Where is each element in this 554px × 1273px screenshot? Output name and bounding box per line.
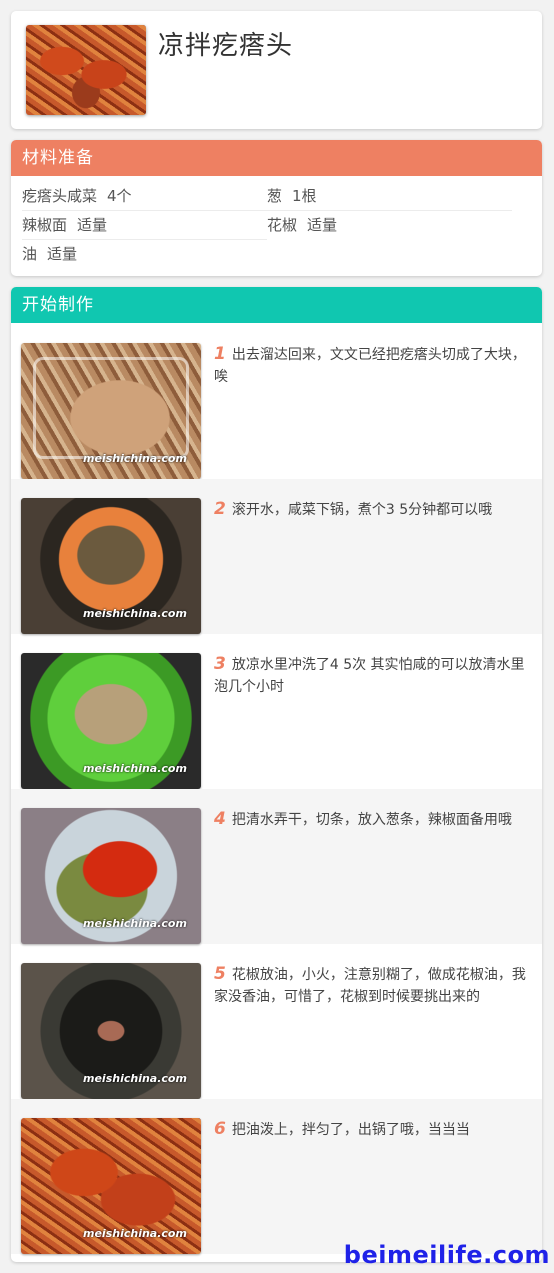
ingredient-name: 辣椒面 <box>22 216 68 234</box>
recipe-header-card: 凉拌疙瘩头 <box>11 11 542 129</box>
step-description: 出去溜达回来，文文已经把疙瘩头切成了大块，唉 <box>214 347 526 385</box>
step-number: 6 <box>214 1119 226 1139</box>
ingredient-name: 疙瘩头咸菜 <box>22 187 98 205</box>
step-item: meishichina.com 6 把油泼上，拌匀了，出锅了哦，当当当 <box>11 1099 542 1254</box>
ingredient-item: 辣椒面 适量 <box>22 211 267 240</box>
ingredient-item: 花椒 适量 <box>267 211 512 239</box>
ingredient-amount: 4个 <box>107 187 132 205</box>
watermark: meishichina.com <box>83 762 187 775</box>
step-item: meishichina.com 5 花椒放油，小火，注意别糊了，做成花椒油，我家没… <box>11 944 542 1099</box>
ingredient-name: 葱 <box>267 187 283 205</box>
step-photo[interactable]: meishichina.com <box>21 963 201 1099</box>
ingredient-item: 葱 1根 <box>267 182 512 211</box>
ingredient-amount: 适量 <box>77 216 108 234</box>
step-text: 2 滚开水，咸菜下锅，煮个3 5分钟都可以哦 <box>214 498 529 521</box>
step-text: 5 花椒放油，小火，注意别糊了，做成花椒油，我家没香油，可惜了，花椒到时候要挑出来… <box>214 963 529 1008</box>
steps-header: 开始制作 <box>11 287 542 323</box>
watermark: meishichina.com <box>83 452 187 465</box>
step-photo[interactable]: meishichina.com <box>21 1118 201 1254</box>
step-text: 4 把清水弄干，切条，放入葱条，辣椒面备用哦 <box>214 808 529 831</box>
ingredient-amount: 1根 <box>292 187 317 205</box>
ingredients-list: 疙瘩头咸菜 4个 葱 1根 辣椒面 适量 花椒 适量 油适量 <box>11 176 542 276</box>
ingredient-name: 油 <box>22 245 38 263</box>
step-photo[interactable]: meishichina.com <box>21 808 201 944</box>
step-item: meishichina.com 2 滚开水，咸菜下锅，煮个3 5分钟都可以哦 <box>11 479 542 634</box>
watermark: meishichina.com <box>83 607 187 620</box>
step-photo[interactable]: meishichina.com <box>21 653 201 789</box>
step-photo[interactable]: meishichina.com <box>21 343 201 479</box>
step-number: 3 <box>214 654 226 674</box>
step-text: 3 放凉水里冲洗了4 5次 其实怕咸的可以放清水里泡几个小时 <box>214 653 529 698</box>
step-text: 1 出去溜达回来，文文已经把疙瘩头切成了大块，唉 <box>214 343 529 388</box>
site-brand-watermark: beimeilife.com <box>343 1241 550 1269</box>
step-text: 6 把油泼上，拌匀了，出锅了哦，当当当 <box>214 1118 529 1141</box>
step-item: meishichina.com 1 出去溜达回来，文文已经把疙瘩头切成了大块，唉 <box>11 324 542 479</box>
ingredient-amount: 适量 <box>307 216 338 234</box>
step-description: 滚开水，咸菜下锅，煮个3 5分钟都可以哦 <box>231 502 493 518</box>
watermark: meishichina.com <box>83 1227 187 1240</box>
ingredient-item: 油适量 <box>22 240 267 268</box>
ingredients-header: 材料准备 <box>11 140 542 176</box>
recipe-cover-image[interactable] <box>26 25 146 115</box>
step-number: 4 <box>214 809 226 829</box>
ingredient-item: 疙瘩头咸菜 4个 <box>22 182 267 211</box>
ingredient-name: 花椒 <box>267 216 298 234</box>
step-number: 1 <box>214 344 226 364</box>
step-description: 花椒放油，小火，注意别糊了，做成花椒油，我家没香油，可惜了，花椒到时候要挑出来的 <box>214 967 526 1005</box>
step-photo[interactable]: meishichina.com <box>21 498 201 634</box>
step-item: meishichina.com 4 把清水弄干，切条，放入葱条，辣椒面备用哦 <box>11 789 542 944</box>
step-description: 把清水弄干，切条，放入葱条，辣椒面备用哦 <box>231 812 512 828</box>
step-description: 把油泼上，拌匀了，出锅了哦，当当当 <box>231 1122 470 1138</box>
ingredients-card: 材料准备 疙瘩头咸菜 4个 葱 1根 辣椒面 适量 花椒 适量 油适量 <box>11 140 542 276</box>
step-item: meishichina.com 3 放凉水里冲洗了4 5次 其实怕咸的可以放清水里… <box>11 634 542 789</box>
watermark: meishichina.com <box>83 1072 187 1085</box>
step-description: 放凉水里冲洗了4 5次 其实怕咸的可以放清水里泡几个小时 <box>214 657 525 695</box>
step-number: 5 <box>214 964 226 984</box>
recipe-title: 凉拌疙瘩头 <box>158 31 294 61</box>
step-number: 2 <box>214 499 226 519</box>
watermark: meishichina.com <box>83 917 187 930</box>
steps-card: 开始制作 meishichina.com 1 出去溜达回来，文文已经把疙瘩头切成了… <box>11 287 542 1262</box>
ingredient-amount: 适量 <box>47 245 78 263</box>
